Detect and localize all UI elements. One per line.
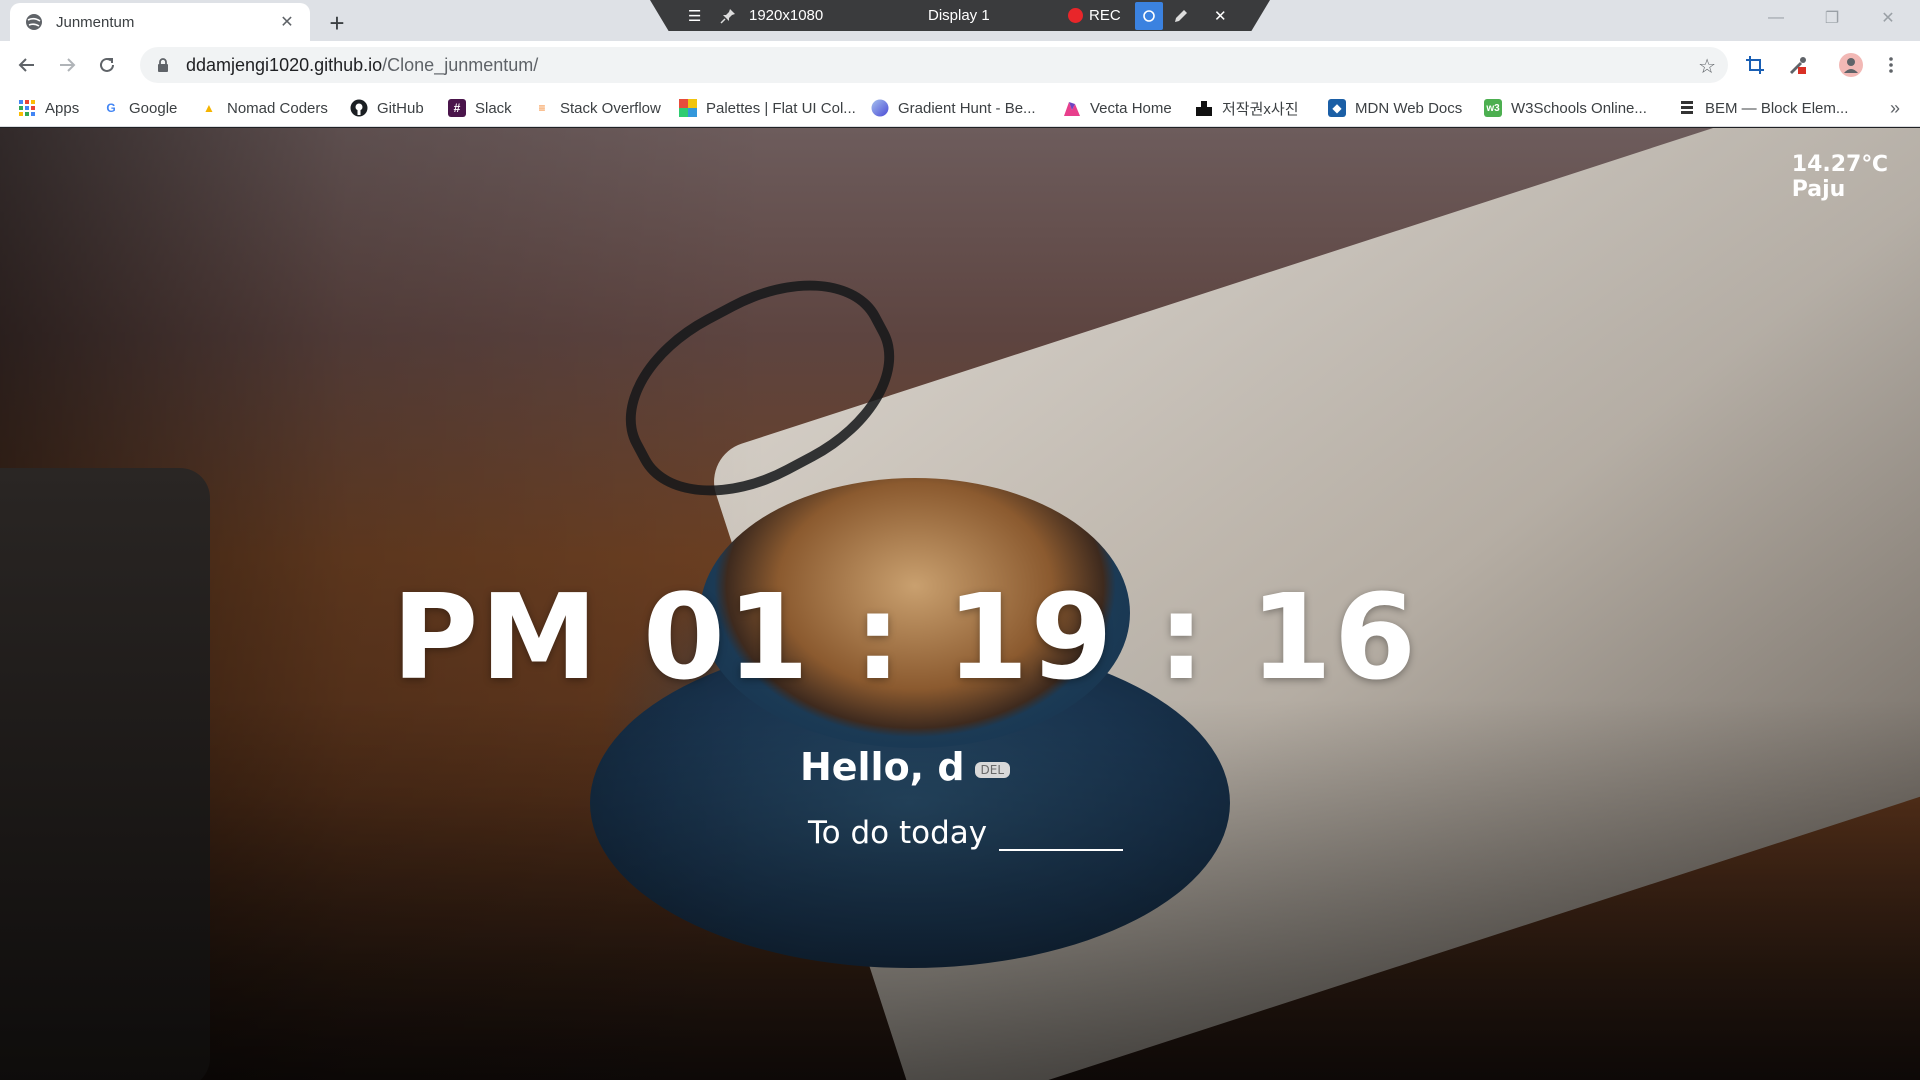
bookmark-w3schools[interactable]: w3 W3Schools Online... xyxy=(1484,89,1647,127)
greeting: Hello, d DEL xyxy=(0,745,1810,789)
bookmark-label: Palettes | Flat UI Col... xyxy=(706,99,856,117)
bookmark-copyright-photos[interactable]: 저작권x사진 xyxy=(1195,89,1299,127)
palette-icon xyxy=(679,99,697,117)
rec-label: REC xyxy=(1089,7,1121,24)
back-arrow-icon xyxy=(18,58,34,72)
browser-menu-icon[interactable] xyxy=(1874,48,1908,82)
bookmark-label: Nomad Coders xyxy=(227,99,328,117)
reload-button[interactable] xyxy=(90,48,124,82)
new-tab-button[interactable]: + xyxy=(322,8,352,38)
photo-icon xyxy=(1195,99,1213,117)
bookmark-label: GitHub xyxy=(377,99,424,117)
url-host: ddamjengi1020.github.io xyxy=(186,54,383,75)
gradient-icon xyxy=(871,99,889,117)
tab-title: Junmentum xyxy=(56,13,135,31)
bookmark-label: MDN Web Docs xyxy=(1355,99,1463,117)
apps-grid-icon xyxy=(18,99,36,117)
w3schools-icon: w3 xyxy=(1484,99,1502,117)
display-label[interactable]: Display 1 xyxy=(928,0,990,31)
lock-icon[interactable] xyxy=(154,56,172,74)
delete-name-button[interactable]: DEL xyxy=(974,761,1011,778)
resolution-label: 1920x1080 xyxy=(749,7,824,24)
crop-extension-icon[interactable] xyxy=(1738,48,1772,82)
bookmark-gradient-hunt[interactable]: Gradient Hunt - Be... xyxy=(871,89,1036,127)
bem-icon xyxy=(1678,99,1696,117)
bookmarks-bar: Apps G Google ▲ Nomad Coders GitHub # Sl… xyxy=(0,89,1920,127)
nomad-coders-icon: ▲ xyxy=(203,101,215,115)
bookmark-stack-overflow[interactable]: ≡ Stack Overflow xyxy=(533,89,661,127)
github-icon xyxy=(350,99,368,117)
clock: PM 01 : 19 : 16 xyxy=(391,568,1419,706)
url-text[interactable]: ddamjengi1020.github.io/Clone_junmentum/ xyxy=(186,55,538,76)
record-icon xyxy=(1068,8,1083,23)
address-bar[interactable]: ddamjengi1020.github.io/Clone_junmentum/… xyxy=(140,47,1728,83)
profile-avatar[interactable] xyxy=(1834,48,1868,82)
bookmark-nomad-coders[interactable]: ▲ Nomad Coders xyxy=(200,89,328,127)
reload-icon xyxy=(100,57,114,72)
forward-arrow-icon xyxy=(60,58,76,72)
globe-icon xyxy=(24,12,44,32)
url-path: /Clone_junmentum/ xyxy=(382,54,539,75)
bookmark-label: Vecta Home xyxy=(1090,99,1172,117)
pin-icon[interactable] xyxy=(720,0,736,31)
close-tab-icon[interactable]: ✕ xyxy=(276,11,298,33)
color-picker-extension-icon[interactable] xyxy=(1780,48,1814,82)
bookmark-label: W3Schools Online... xyxy=(1511,99,1647,117)
bookmark-label: Stack Overflow xyxy=(560,99,661,117)
capture-icon xyxy=(1135,1,1163,30)
bookmark-palettes[interactable]: Palettes | Flat UI Col... xyxy=(679,89,856,127)
todo-input[interactable] xyxy=(999,811,1124,851)
bookmark-label: Apps xyxy=(45,99,80,117)
bookmark-apps[interactable]: Apps xyxy=(18,89,79,127)
stack-overflow-icon: ≡ xyxy=(538,101,546,115)
restore-icon[interactable]: ❐ xyxy=(1804,0,1860,36)
screen-recorder-bar: ☰ 1920x1080 Display 1 REC ✕ xyxy=(650,0,1270,31)
browser-toolbar: ddamjengi1020.github.io/Clone_junmentum/… xyxy=(0,41,1920,89)
bookmark-slack[interactable]: # Slack xyxy=(448,89,512,127)
rec-button[interactable]: REC xyxy=(1068,0,1121,31)
browser-tab[interactable]: Junmentum ✕ xyxy=(10,3,310,41)
forward-button[interactable] xyxy=(50,48,84,82)
main-panel: PM 01 : 19 : 16 Hello, d DEL To do today xyxy=(0,128,1920,1080)
minimize-icon[interactable]: — xyxy=(1748,0,1804,36)
page-content: 14.27℃ Paju PM 01 : 19 : 16 Hello, d DEL … xyxy=(0,128,1920,1080)
pencil-icon[interactable] xyxy=(1172,0,1190,31)
vecta-icon xyxy=(1063,99,1081,117)
bookmark-star-icon[interactable]: ☆ xyxy=(1698,54,1716,79)
greeting-text: Hello, d xyxy=(799,745,965,789)
todo-label: To do today xyxy=(808,815,988,851)
bookmark-label: Gradient Hunt - Be... xyxy=(898,99,1036,117)
bookmark-label: BEM — Block Elem... xyxy=(1705,99,1849,117)
mdn-icon: ◆ xyxy=(1328,99,1346,117)
window-close-icon[interactable]: ✕ xyxy=(1860,0,1916,36)
tab-strip: Junmentum ✕ + ☰ 1920x1080 Display 1 REC … xyxy=(0,0,1920,41)
todo-form: To do today xyxy=(808,811,1124,851)
recorder-close-icon[interactable]: ✕ xyxy=(1214,0,1227,31)
menu-icon[interactable]: ☰ xyxy=(688,0,701,31)
bookmark-google[interactable]: G Google xyxy=(102,89,177,127)
bookmark-github[interactable]: GitHub xyxy=(350,89,424,127)
bookmark-label: 저작권x사진 xyxy=(1222,100,1299,118)
bookmark-bem[interactable]: BEM — Block Elem... xyxy=(1678,89,1848,127)
bookmark-mdn[interactable]: ◆ MDN Web Docs xyxy=(1328,89,1462,127)
bookmarks-overflow-icon[interactable]: » xyxy=(1890,89,1900,127)
bookmark-label: Google xyxy=(129,99,178,117)
capture-button[interactable] xyxy=(1135,0,1163,31)
slack-icon: # xyxy=(448,99,466,117)
bookmark-label: Slack xyxy=(475,99,512,117)
google-icon: G xyxy=(106,101,116,115)
back-button[interactable] xyxy=(10,48,44,82)
bookmark-vecta[interactable]: Vecta Home xyxy=(1063,89,1172,127)
